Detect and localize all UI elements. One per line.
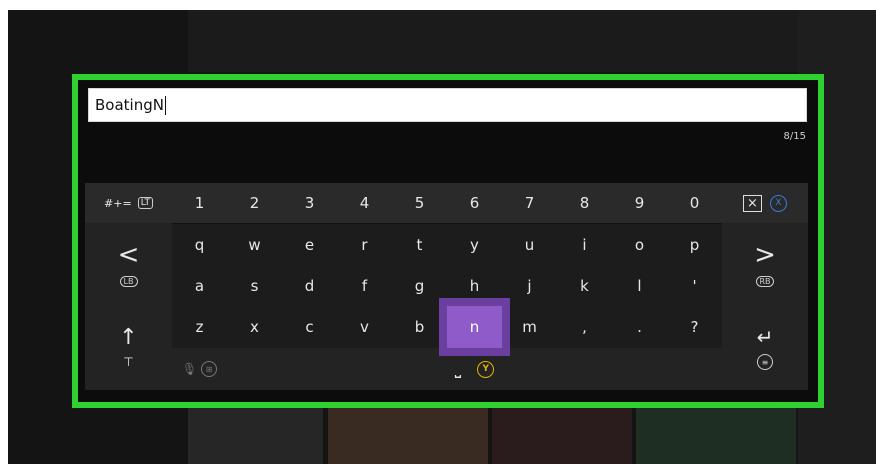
left-stick-icon: ⊤	[123, 355, 134, 369]
key-1-8[interactable]: 9	[612, 183, 667, 223]
shift-key[interactable]: ↑ ⊤	[85, 306, 172, 390]
key-3-3[interactable]: f	[337, 266, 392, 306]
bg-tile-2	[328, 408, 488, 464]
key-1-1[interactable]: 2	[227, 183, 282, 223]
key-4-3[interactable]: v	[337, 306, 392, 348]
key-2-3[interactable]: r	[337, 223, 392, 266]
key-4-1[interactable]: x	[227, 306, 282, 348]
key-3-9[interactable]: '	[667, 266, 722, 306]
microphone-icon: 🎙	[181, 362, 198, 376]
y-button-icon: Y	[477, 360, 495, 378]
key-4-0[interactable]: z	[172, 306, 227, 348]
space-key[interactable]: ⎵ Y	[227, 348, 722, 390]
key-3-0[interactable]: a	[172, 266, 227, 306]
left-trigger-icon: LT	[137, 197, 153, 209]
key-2-9[interactable]: p	[667, 223, 722, 266]
key-1-9[interactable]: 0	[667, 183, 722, 223]
symbols-label: #+=	[104, 196, 132, 210]
key-2-0[interactable]: q	[172, 223, 227, 266]
key-2-2[interactable]: e	[282, 223, 337, 266]
key-4-4[interactable]: b	[392, 306, 447, 348]
x-button-icon: X	[769, 194, 787, 212]
bg-tile-4	[636, 408, 796, 464]
right-bumper-icon: RB	[756, 276, 774, 287]
enter-icon: ↵	[756, 325, 774, 349]
backspace-icon: ×	[743, 194, 762, 212]
key-2-1[interactable]: w	[227, 223, 282, 266]
key-2-5[interactable]: y	[447, 223, 502, 266]
key-1-0[interactable]: 1	[172, 183, 227, 223]
symbols-key[interactable]: #+= LT	[85, 183, 172, 223]
enter-key[interactable]: ↵ ≡	[722, 306, 808, 390]
key-3-4[interactable]: g	[392, 266, 447, 306]
key-3-6[interactable]: j	[502, 266, 557, 306]
search-text-input[interactable]: BoatingN	[88, 88, 807, 122]
key-3-2[interactable]: d	[282, 266, 337, 306]
bg-tile-1	[188, 408, 323, 464]
dictation-key[interactable]: 🎙 ⊞	[172, 348, 227, 390]
on-screen-keyboard: 1 2 3 4 5 6 7 8 9 0 q w e r t y u i o p a s d f g h j k l ' z x c v b n m,.?…	[85, 183, 808, 390]
left-arrow-icon: <	[117, 240, 140, 270]
key-1-2[interactable]: 3	[282, 183, 337, 223]
key-2-7[interactable]: i	[557, 223, 612, 266]
key-1-3[interactable]: 4	[337, 183, 392, 223]
keyboard-row-separator	[85, 223, 808, 224]
backspace-key[interactable]: × X	[722, 183, 808, 223]
key-1-4[interactable]: 5	[392, 183, 447, 223]
bg-tile-3	[492, 408, 632, 464]
key-3-5[interactable]: h	[447, 266, 502, 306]
cursor-left-key[interactable]: < LB	[85, 223, 172, 306]
cursor-right-key[interactable]: > RB	[722, 223, 808, 306]
key-1-5[interactable]: 6	[447, 183, 502, 223]
key-2-4[interactable]: t	[392, 223, 447, 266]
key-1-6[interactable]: 7	[502, 183, 557, 223]
character-count: 8/15	[783, 131, 806, 142]
text-caret	[164, 95, 166, 115]
shift-arrow-icon: ↑	[119, 325, 138, 350]
key-3-1[interactable]: s	[227, 266, 282, 306]
menu-button-icon: ≡	[757, 354, 773, 370]
key-1-7[interactable]: 8	[557, 183, 612, 223]
key-4-2[interactable]: c	[282, 306, 337, 348]
right-arrow-icon: >	[754, 240, 776, 270]
key-3-7[interactable]: k	[557, 266, 612, 306]
view-button-icon: ⊞	[201, 361, 218, 377]
key-4-5[interactable]: n	[439, 298, 510, 356]
key-4-9[interactable]: ?	[667, 306, 722, 348]
bg-tile-6	[188, 10, 798, 72]
key-2-6[interactable]: u	[502, 223, 557, 266]
space-bar-icon: ⎵	[454, 359, 462, 378]
key-4-7[interactable]: ,	[557, 306, 612, 348]
typed-text: BoatingN	[95, 96, 164, 114]
left-bumper-icon: LB	[119, 276, 138, 287]
key-3-8[interactable]: l	[612, 266, 667, 306]
key-4-6[interactable]: m	[502, 306, 557, 348]
key-4-8[interactable]: .	[612, 306, 667, 348]
key-2-8[interactable]: o	[612, 223, 667, 266]
